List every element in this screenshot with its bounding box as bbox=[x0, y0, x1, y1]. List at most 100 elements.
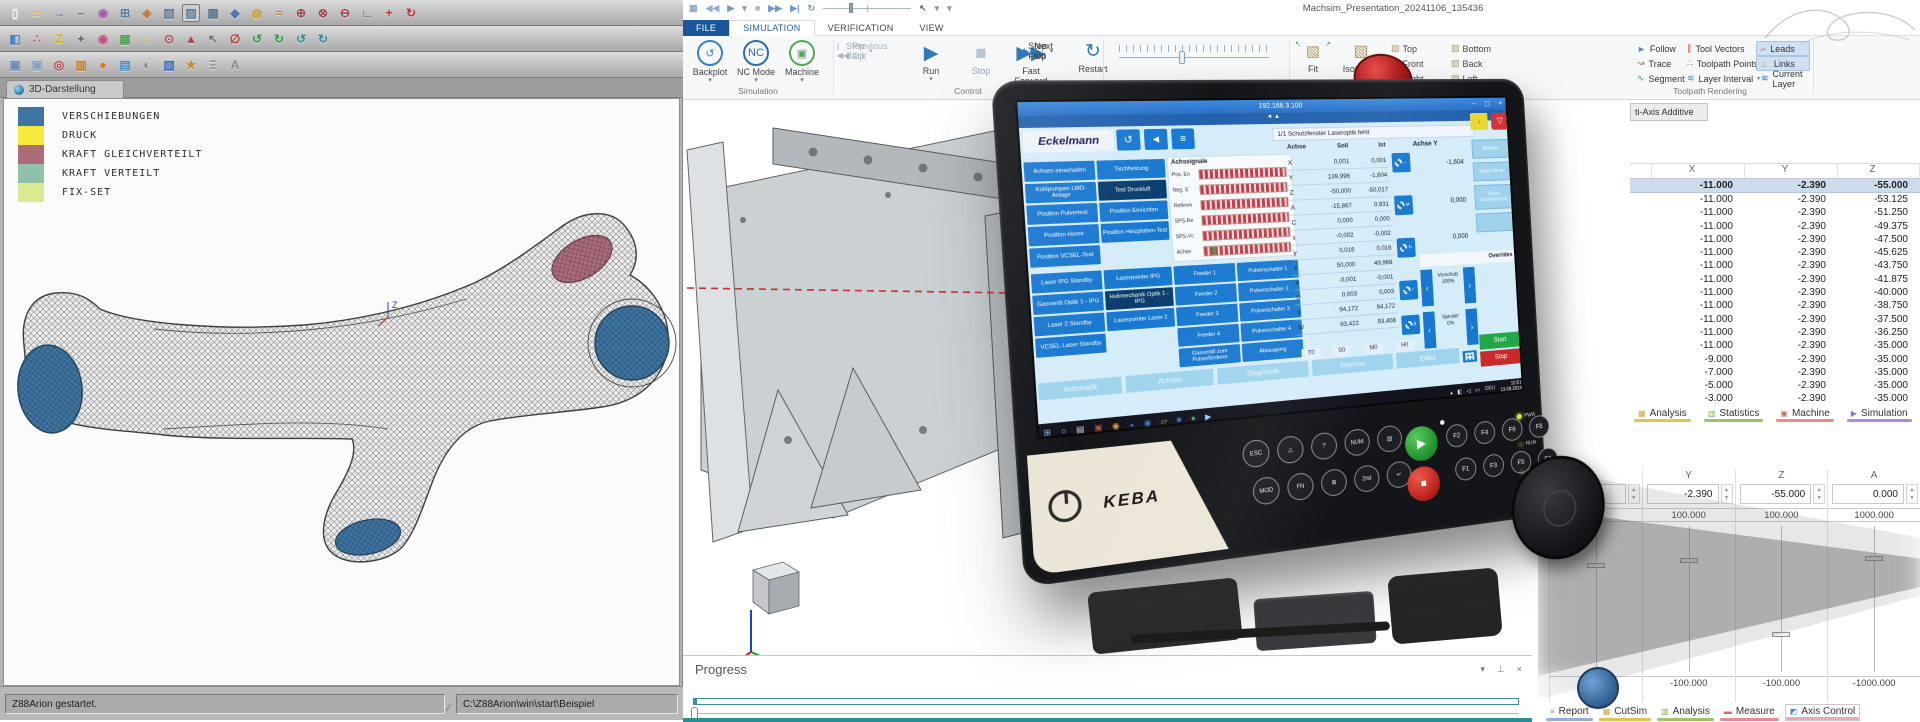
hmi-stop-button[interactable]: Stop bbox=[1480, 348, 1522, 367]
new-file-icon[interactable]: ▯ bbox=[6, 4, 24, 22]
search-icon[interactable]: ○ bbox=[1061, 425, 1067, 435]
hmi-tab-reserve[interactable]: Reserve bbox=[1312, 353, 1394, 376]
bulb-icon[interactable]: ☼ bbox=[138, 30, 156, 48]
table-row[interactable]: -11.000 -2.390 -53.125 bbox=[1630, 193, 1920, 206]
key-num[interactable]: NUM bbox=[1344, 428, 1371, 457]
paint-icon[interactable]: ◍ bbox=[248, 4, 266, 22]
edge-icon[interactable]: ◒ bbox=[1129, 419, 1135, 429]
mesh-create-icon[interactable]: ⊕ bbox=[292, 4, 310, 22]
btn-pulverschalter-2[interactable]: Pulverschalter 2 bbox=[1238, 279, 1300, 301]
btn-gasventil-optik-1[interactable]: Gasventil Optik 1 - IPG bbox=[1032, 291, 1104, 315]
btn-pulverschalter-4[interactable]: Pulverschalter 4 bbox=[1240, 319, 1302, 342]
tab-simulation[interactable]: ▶ Simulation bbox=[1847, 407, 1912, 422]
solid-icon[interactable]: ◆ bbox=[226, 4, 244, 22]
app-mail-icon[interactable]: ▣ bbox=[1094, 422, 1103, 432]
apps-grid-icon[interactable] bbox=[1463, 350, 1478, 363]
axis-spinner[interactable]: ▲▼ bbox=[1721, 484, 1733, 504]
table-row[interactable]: -11.000 -2.390 -38.750 bbox=[1630, 299, 1920, 312]
btn-reserve-slot[interactable] bbox=[1476, 212, 1515, 233]
next-op-button[interactable]: ▶▶| Next Op bbox=[1017, 44, 1056, 58]
structure-icon[interactable]: ◉ bbox=[94, 4, 112, 22]
minus-icon[interactable]: – bbox=[72, 4, 90, 22]
axis-slider-track[interactable] bbox=[1781, 526, 1782, 672]
axis-sync-button[interactable]: ⇄ bbox=[1394, 195, 1413, 215]
btn-achsen-einschalten[interactable]: Achsen einschalten bbox=[1023, 161, 1095, 182]
letter-a-icon[interactable]: A bbox=[226, 56, 244, 74]
figure-icon[interactable]: ★ bbox=[182, 56, 200, 74]
override-decrease-button[interactable]: ‹ bbox=[1420, 269, 1434, 306]
axis-slider-track[interactable] bbox=[1689, 526, 1690, 672]
table-row[interactable]: -11.000 -2.390 -43.750 bbox=[1630, 259, 1920, 272]
key-f1[interactable]: F1 bbox=[1455, 456, 1477, 481]
table-row[interactable]: -9.000 -2.390 -35.000 bbox=[1630, 353, 1920, 366]
layer-interval-dropdown[interactable]: ≋Layer Interval▾ bbox=[1682, 71, 1767, 86]
nc-mode-button[interactable]: NC NC Mode ▾ bbox=[733, 40, 779, 84]
window-controls[interactable]: – ▢ × bbox=[1472, 98, 1506, 111]
btn-position-home[interactable]: Position Home bbox=[1028, 224, 1100, 246]
qat-step-back-icon[interactable]: ◀◀ bbox=[706, 3, 720, 14]
redo-red-icon[interactable]: ↻ bbox=[402, 4, 420, 22]
donut-icon[interactable]: ◎ bbox=[50, 56, 68, 74]
key-mod[interactable]: MOD bbox=[1252, 476, 1280, 506]
qat-fast-forward-icon[interactable]: ▶▶ bbox=[768, 3, 782, 14]
table-row[interactable]: -3.000 -2.390 -35.000 bbox=[1630, 392, 1920, 405]
key-f6[interactable]: F6 bbox=[1501, 417, 1523, 442]
save-as-icon[interactable]: ▣ bbox=[28, 56, 46, 74]
hmi-tab-diagnostik[interactable]: Diagnostik bbox=[1217, 361, 1309, 385]
btn-hubmechanik-optik-1[interactable]: Hubmechanik Optik 1 - IPG bbox=[1105, 287, 1174, 310]
axis-theta-button[interactable]: θ bbox=[1401, 315, 1420, 336]
override-decrease-button[interactable]: ‹ bbox=[1423, 311, 1437, 348]
table-row[interactable]: -11.000 -2.390 -51.250 bbox=[1630, 206, 1920, 219]
qat-more-icon[interactable]: ▾ bbox=[947, 3, 952, 14]
keyboard-language[interactable]: DEU bbox=[1485, 385, 1495, 392]
chrome-icon[interactable]: ◉ bbox=[1112, 420, 1120, 430]
no-entry-icon[interactable]: ∅ bbox=[226, 30, 244, 48]
firstaid-icon[interactable]: + bbox=[380, 4, 398, 22]
key-folder[interactable]: ▤ bbox=[1376, 424, 1402, 453]
follow-toggle[interactable]: ►Follow bbox=[1632, 41, 1690, 56]
app-blue-icon[interactable]: ■ bbox=[1176, 414, 1182, 424]
spinner-icon[interactable]: ◐ bbox=[138, 56, 156, 74]
node-forces-icon[interactable]: ⊙ bbox=[160, 30, 178, 48]
qat-restart-icon[interactable]: ↻ bbox=[808, 3, 816, 14]
table-row[interactable]: -5.000 -2.390 -35.000 bbox=[1630, 379, 1920, 392]
progress-collapse-icon[interactable]: ▾ bbox=[1480, 664, 1485, 675]
hopper-button[interactable]: ↓ bbox=[1470, 113, 1488, 130]
key-2nd[interactable]: 2nd bbox=[1353, 464, 1380, 493]
tray-net-icon[interactable]: ◧ bbox=[1457, 388, 1462, 395]
table-header[interactable]: X Y Z bbox=[1630, 163, 1920, 179]
run-button[interactable]: ▶ Run ▾ bbox=[909, 42, 953, 86]
key-warning[interactable]: △ bbox=[1276, 435, 1304, 465]
hmi-tab-achsen[interactable]: Achsen bbox=[1125, 369, 1213, 393]
table-row[interactable]: -11.000 -2.390 -40.000 bbox=[1630, 286, 1920, 299]
mesh-arrow-icon[interactable]: ∟ bbox=[358, 4, 376, 22]
key-fn[interactable]: FN bbox=[1287, 472, 1315, 502]
mesh-check-icon[interactable]: ⊖ bbox=[336, 4, 354, 22]
tab-verification[interactable]: VERIFICATION bbox=[815, 20, 907, 36]
axis-jog-left-button[interactable]: ← bbox=[1391, 153, 1410, 173]
qat-caret-icon[interactable]: ▾ bbox=[935, 3, 940, 14]
key-f3[interactable]: F3 bbox=[1483, 453, 1505, 478]
key-esc[interactable]: ESC bbox=[1242, 439, 1270, 469]
save-icon[interactable]: ▣ bbox=[6, 56, 24, 74]
app-green-icon[interactable]: ● bbox=[1190, 413, 1196, 423]
btn-position-einrichten[interactable]: Position Einrichten bbox=[1099, 200, 1168, 221]
btn-feeder-3[interactable]: Feeder 3 bbox=[1176, 304, 1238, 327]
image-icon[interactable]: ▧ bbox=[160, 56, 178, 74]
grid-icon[interactable]: ▦ bbox=[116, 30, 134, 48]
power-button[interactable] bbox=[1047, 488, 1082, 524]
axis-value-input[interactable]: 0.000 bbox=[1832, 484, 1904, 504]
active-app-icon[interactable]: ▶ bbox=[1205, 411, 1212, 421]
axis-slider-track[interactable] bbox=[1596, 526, 1597, 672]
refresh-icon[interactable]: ↺ bbox=[292, 30, 310, 48]
axis-value-input[interactable]: -55.000 bbox=[1740, 484, 1812, 504]
mesh-refine-icon[interactable]: ⊗ bbox=[314, 4, 332, 22]
trace-toggle[interactable]: ↝Trace bbox=[1632, 56, 1690, 71]
tab-measure[interactable]: ▬ Measure bbox=[1720, 704, 1779, 721]
view-shade-icon[interactable]: ▩ bbox=[204, 4, 222, 22]
pick-icon[interactable]: ↖ bbox=[204, 30, 222, 48]
pin-icon[interactable]: ◄ ▲ bbox=[1266, 114, 1280, 120]
hmi-undo-icon[interactable]: ↺ bbox=[1116, 129, 1141, 150]
axis-spinner[interactable]: ▲▼ bbox=[1813, 484, 1825, 504]
axis-slider-handle[interactable] bbox=[1587, 563, 1605, 568]
